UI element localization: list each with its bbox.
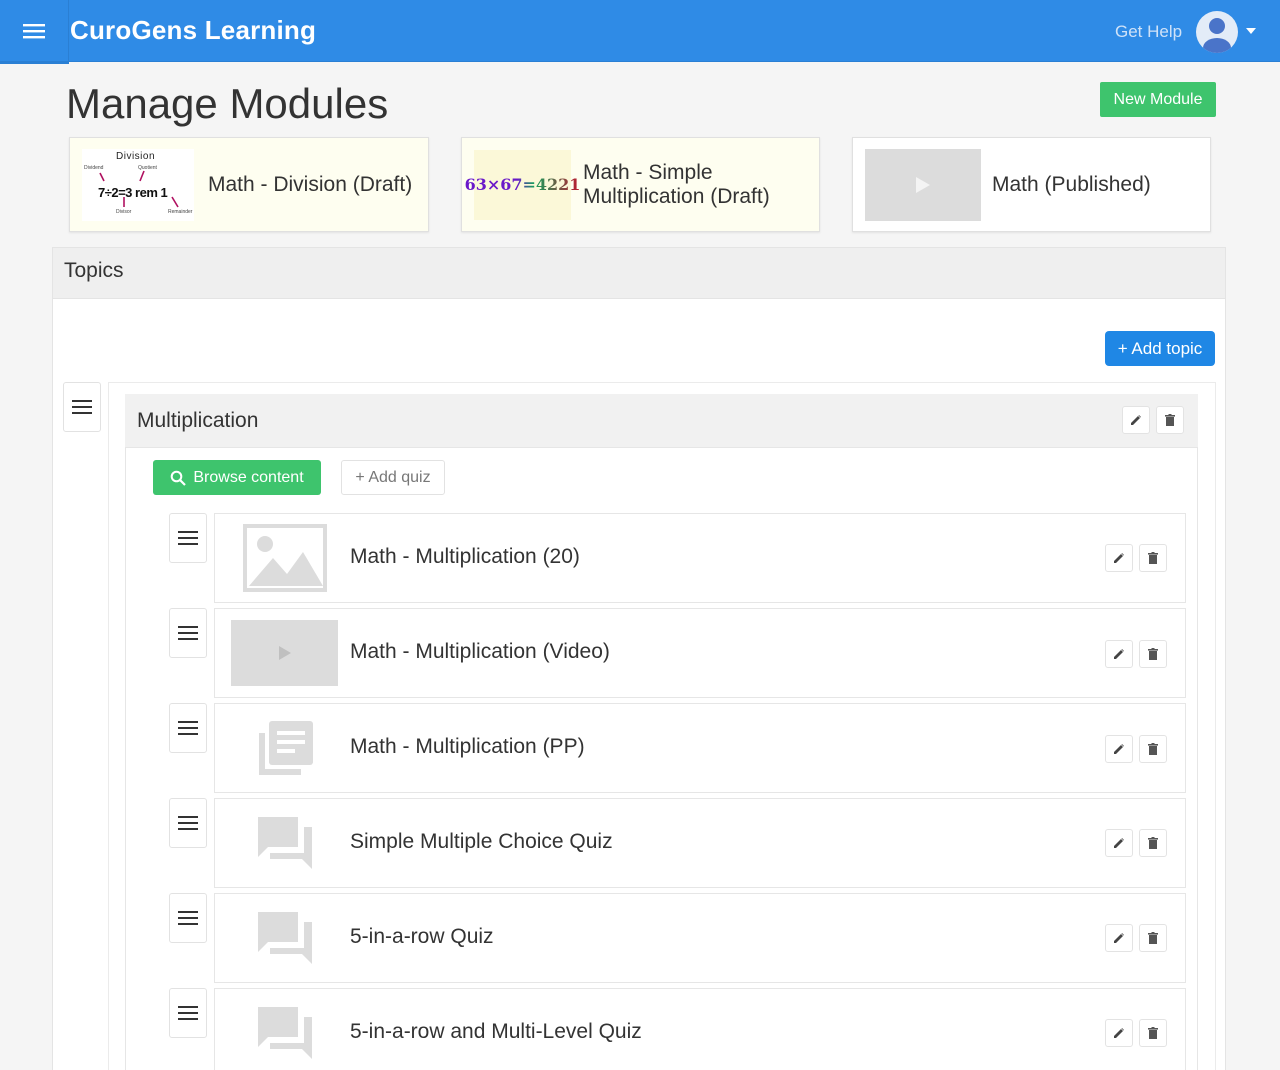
pencil-icon	[1114, 933, 1124, 943]
search-icon	[171, 470, 187, 486]
content-label: Math - Multiplication (PP)	[350, 735, 585, 758]
chevron-down-icon[interactable]	[1246, 28, 1256, 34]
image-icon	[231, 521, 339, 595]
module-label-line1: Math - Simple	[583, 160, 713, 184]
division-diagram-thumbnail: Division Dividend Quotient 7÷2=3 rem 1 D…	[82, 148, 194, 221]
add-quiz-button[interactable]: + Add quiz	[341, 460, 445, 495]
module-card-division[interactable]: Division Dividend Quotient 7÷2=3 rem 1 D…	[69, 137, 429, 232]
module-label: Math - Simple Multiplication (Draft)	[583, 161, 770, 209]
delete-content-button[interactable]	[1139, 735, 1167, 763]
play-icon	[916, 176, 930, 193]
pencil-icon	[1114, 744, 1124, 754]
content-row[interactable]: Math - Multiplication (20)	[214, 513, 1186, 603]
drag-handle-icon	[178, 816, 198, 830]
module-card-simple-multiplication[interactable]: 63×67=4221 Math - Simple Multiplication …	[461, 137, 820, 232]
delete-content-button[interactable]	[1139, 544, 1167, 572]
forum-icon	[231, 996, 339, 1070]
module-label: Math (Published)	[992, 172, 1151, 196]
edit-content-button[interactable]	[1105, 829, 1133, 857]
drag-handle-icon	[72, 400, 92, 414]
multiplication-equation-thumbnail: 63×67=4221	[465, 149, 580, 220]
drag-handle-icon	[178, 1006, 198, 1020]
browse-content-button[interactable]: Browse content	[153, 460, 321, 495]
divisor-label: Divisor	[116, 208, 132, 215]
topic-drag-handle[interactable]	[63, 382, 101, 432]
delete-content-button[interactable]	[1139, 829, 1167, 857]
drag-handle-icon	[178, 531, 198, 545]
pencil-icon	[1114, 649, 1124, 659]
trash-icon	[1148, 648, 1158, 660]
get-help-link[interactable]: Get Help	[1115, 22, 1182, 42]
thumb-equation-text: 63×67=4221	[464, 175, 581, 194]
user-avatar[interactable]	[1196, 11, 1238, 53]
trash-icon	[1148, 932, 1158, 944]
remainder-label: Remainder	[168, 208, 193, 215]
edit-topic-button[interactable]	[1122, 406, 1150, 434]
content-row[interactable]: 5-in-a-row and Multi-Level Quiz	[214, 988, 1186, 1070]
edit-content-button[interactable]	[1105, 1019, 1133, 1047]
content-label: 5-in-a-row Quiz	[350, 925, 494, 948]
trash-icon	[1148, 1027, 1158, 1039]
video-icon	[231, 620, 338, 686]
drag-handle-icon	[178, 626, 198, 640]
content-drag-handle[interactable]	[169, 513, 207, 563]
module-label: Math - Division (Draft)	[208, 172, 413, 196]
delete-content-button[interactable]	[1139, 924, 1167, 952]
content-label: Math - Multiplication (20)	[350, 545, 580, 568]
content-label: 5-in-a-row and Multi-Level Quiz	[350, 1020, 642, 1043]
module-card-math-published[interactable]: Math (Published)	[852, 137, 1211, 232]
video-placeholder-thumbnail	[865, 148, 981, 221]
delete-topic-button[interactable]	[1156, 406, 1184, 434]
module-label-line2: Multiplication (Draft)	[583, 184, 770, 208]
trash-icon	[1165, 414, 1175, 426]
delete-content-button[interactable]	[1139, 640, 1167, 668]
content-drag-handle[interactable]	[169, 988, 207, 1038]
content-row[interactable]: 5-in-a-row Quiz	[214, 893, 1186, 983]
page-title: Manage Modules	[66, 80, 389, 127]
app-title[interactable]: CuroGens Learning	[70, 15, 316, 46]
edit-content-button[interactable]	[1105, 735, 1133, 763]
content-label: Math - Multiplication (Video)	[350, 640, 610, 663]
top-app-bar: CuroGens Learning Get Help	[0, 0, 1280, 64]
edit-content-button[interactable]	[1105, 924, 1133, 952]
content-row[interactable]: Math - Multiplication (PP)	[214, 703, 1186, 793]
pencil-icon	[1114, 553, 1124, 563]
drag-handle-icon	[178, 721, 198, 735]
content-drag-handle[interactable]	[169, 703, 207, 753]
topics-header: Topics	[53, 248, 1225, 299]
trash-icon	[1148, 743, 1158, 755]
drag-handle-icon	[178, 911, 198, 925]
menu-icon	[23, 24, 45, 39]
topic-name: Multiplication	[137, 409, 259, 432]
add-topic-button[interactable]: + Add topic	[1105, 331, 1215, 366]
pencil-icon	[1114, 1028, 1124, 1038]
topics-title: Topics	[64, 259, 124, 282]
new-module-button[interactable]: New Module	[1100, 82, 1216, 117]
play-icon	[278, 646, 291, 660]
content-drag-handle[interactable]	[169, 608, 207, 658]
account-icon	[1203, 18, 1231, 53]
topic-header: Multiplication	[125, 394, 1198, 448]
forum-icon	[231, 901, 339, 975]
delete-content-button[interactable]	[1139, 1019, 1167, 1047]
edit-content-button[interactable]	[1105, 544, 1133, 572]
browse-content-label: Browse content	[193, 468, 304, 486]
trash-icon	[1148, 837, 1158, 849]
content-row[interactable]: Math - Multiplication (Video)	[214, 608, 1186, 698]
content-label: Simple Multiple Choice Quiz	[350, 830, 613, 853]
pencil-icon	[1114, 838, 1124, 848]
content-drag-handle[interactable]	[169, 798, 207, 848]
hamburger-menu-button[interactable]	[0, 0, 69, 64]
forum-icon	[231, 806, 339, 880]
edit-content-button[interactable]	[1105, 640, 1133, 668]
trash-icon	[1148, 552, 1158, 564]
content-drag-handle[interactable]	[169, 893, 207, 943]
content-row[interactable]: Simple Multiple Choice Quiz	[214, 798, 1186, 888]
pencil-icon	[1131, 415, 1141, 425]
library-books-icon	[231, 711, 339, 785]
division-equation: 7÷2=3 rem 1	[98, 184, 168, 200]
